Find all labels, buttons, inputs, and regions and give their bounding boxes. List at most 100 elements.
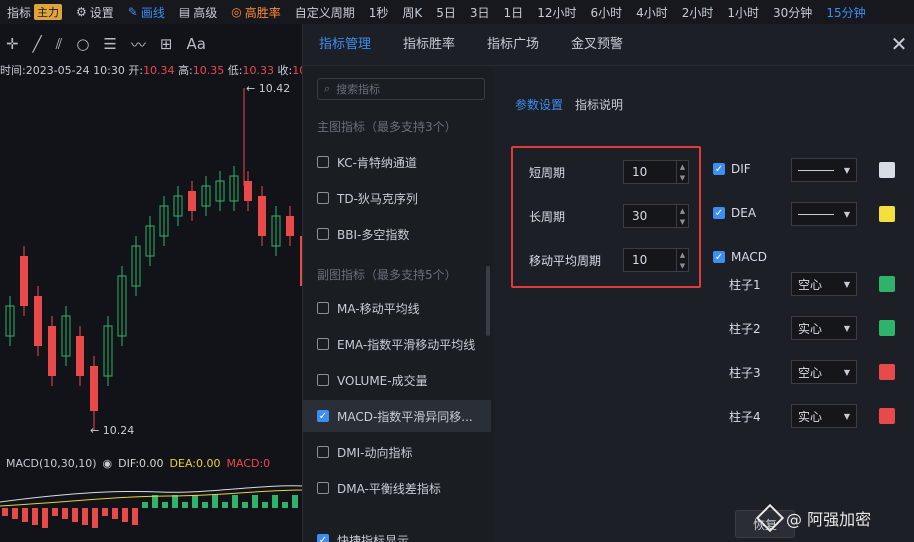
checkbox[interactable] [317, 374, 329, 386]
candlestick-chart[interactable]: ← 10.42 ← 10.24 [0, 76, 305, 456]
bar1-style-select[interactable]: 空心 ▼ [791, 272, 857, 296]
macd-value: MACD:0 [226, 456, 271, 470]
checkbox-checked[interactable]: ✓ [713, 163, 725, 175]
checkbox[interactable] [317, 446, 329, 458]
period-12h[interactable]: 12小时 [530, 4, 583, 21]
text-tool-icon[interactable]: Aa [186, 35, 205, 53]
bar1-style: 空心 [798, 277, 823, 292]
period-6h[interactable]: 6小时 [583, 4, 629, 21]
period-1h[interactable]: 1小时 [720, 4, 766, 21]
checkbox[interactable] [317, 338, 329, 350]
candle-body [76, 336, 84, 376]
period-1s[interactable]: 1秒 [362, 4, 396, 21]
period-4h[interactable]: 4小时 [629, 4, 675, 21]
crosshair-icon[interactable]: ✛ [6, 35, 19, 53]
bar4-color-swatch[interactable] [879, 408, 895, 424]
bar2-style-select[interactable]: 实心 ▼ [791, 316, 857, 340]
period-week[interactable]: 周K [395, 4, 429, 21]
list-item-kc[interactable]: KC-肯特纳通道 [303, 146, 491, 178]
period-2h[interactable]: 2小时 [675, 4, 721, 21]
checkbox[interactable] [317, 228, 329, 240]
macd-chart[interactable] [0, 472, 305, 542]
list-item-bbi[interactable]: BBI-多空指数 [303, 218, 491, 250]
list-item-label: EMA-指数平滑移动平均线 [337, 337, 476, 352]
checkbox-checked[interactable]: ✓ [317, 534, 329, 542]
up-arrow-icon[interactable]: ▲ [680, 207, 685, 215]
period-30m[interactable]: 30分钟 [766, 4, 819, 21]
list-item-ema[interactable]: EMA-指数平滑移动平均线 [303, 328, 491, 360]
quick-indicator-toggle[interactable]: ✓ 快捷指标显示 [303, 528, 493, 542]
period-5d[interactable]: 5日 [429, 4, 463, 21]
stepper-arrows[interactable]: ▲ ▼ [676, 205, 688, 227]
search-box[interactable]: ⌕ [317, 78, 485, 100]
indicator-menu[interactable]: 指标 主力 [0, 4, 69, 21]
dea-row[interactable]: ✓ DEA [713, 206, 756, 220]
down-arrow-icon[interactable]: ▼ [680, 218, 685, 226]
circle-icon[interactable]: ○ [76, 35, 89, 53]
period-1d[interactable]: 1日 [497, 4, 531, 21]
dea-line-style-select[interactable]: ▼ [791, 202, 857, 226]
line-tool-icon[interactable]: ╱ [33, 35, 42, 53]
custom-period-button[interactable]: 自定义周期 [288, 4, 362, 21]
checkbox[interactable] [317, 156, 329, 168]
list-item-ma[interactable]: MA-移动平均线 [303, 292, 491, 324]
tab-golden-cross-alert[interactable]: 金叉预警 [555, 24, 639, 66]
short-period-stepper[interactable]: 10 ▲ ▼ [623, 160, 689, 184]
advanced-button[interactable]: ▤ 高级 [172, 4, 224, 21]
measure-icon[interactable]: ⊞ [160, 35, 173, 53]
long-period-stepper[interactable]: 30 ▲ ▼ [623, 204, 689, 228]
tab-indicator-square[interactable]: 指标广场 [471, 24, 555, 66]
tab-indicator-manage[interactable]: 指标管理 [303, 24, 387, 68]
list-scrollbar[interactable] [486, 266, 490, 336]
search-input[interactable] [336, 82, 477, 96]
horizontal-lines-icon[interactable]: ☰ [103, 35, 116, 53]
bar3-style-select[interactable]: 空心 ▼ [791, 360, 857, 384]
settings-button[interactable]: ⚙ 设置 [69, 4, 121, 21]
checkbox-checked[interactable]: ✓ [317, 410, 329, 422]
parallel-line-icon[interactable]: ⫽ [56, 35, 63, 53]
macd-row[interactable]: ✓ MACD [713, 250, 767, 264]
bar3-color-swatch[interactable] [879, 364, 895, 380]
bar1-color-swatch[interactable] [879, 276, 895, 292]
stepper-value: 10 [632, 253, 648, 267]
ma-period-stepper[interactable]: 10 ▲ ▼ [623, 248, 689, 272]
dea-color-swatch[interactable] [879, 206, 895, 222]
checkbox-checked[interactable]: ✓ [713, 207, 725, 219]
checkbox[interactable] [317, 302, 329, 314]
checkbox[interactable] [317, 482, 329, 494]
list-item-macd[interactable]: ✓ MACD-指数平滑异同移... [303, 400, 491, 432]
stepper-arrows[interactable]: ▲ ▼ [676, 249, 688, 271]
tab-params[interactable]: 参数设置 [515, 96, 563, 113]
macd-bar [202, 502, 208, 508]
period-15m[interactable]: 15分钟 [819, 4, 872, 21]
list-item-td[interactable]: TD-狄马克序列 [303, 182, 491, 214]
draw-line-button[interactable]: ✎ 画线 [121, 4, 172, 21]
close-icon[interactable]: ✕ [887, 32, 911, 56]
macd-bar [52, 508, 58, 516]
up-arrow-icon[interactable]: ▲ [680, 163, 685, 171]
dif-color-swatch[interactable] [879, 162, 895, 178]
tab-description[interactable]: 指标说明 [575, 96, 623, 113]
period-label: 5日 [436, 5, 456, 20]
wave-icon[interactable]: 〰 [131, 34, 146, 55]
list-item-volume[interactable]: VOLUME-成交量 [303, 364, 491, 396]
eye-icon[interactable]: ◉ [103, 457, 113, 470]
down-arrow-icon[interactable]: ▼ [680, 262, 685, 270]
checkbox[interactable] [317, 192, 329, 204]
dif-line-style-select[interactable]: ▼ [791, 158, 857, 182]
bar1-label: 柱子1 [729, 278, 761, 292]
period-label: 1日 [503, 5, 524, 20]
up-arrow-icon[interactable]: ▲ [680, 251, 685, 259]
high-win-rate-button[interactable]: ◎ 高胜率 [224, 4, 288, 21]
stepper-arrows[interactable]: ▲ ▼ [676, 161, 688, 183]
checkbox-checked[interactable]: ✓ [713, 251, 725, 263]
bar4-style-select[interactable]: 实心 ▼ [791, 404, 857, 428]
dif-row[interactable]: ✓ DIF [713, 162, 751, 176]
list-item-dmi[interactable]: DMI-动向指标 [303, 436, 491, 468]
tab-indicator-win-rate[interactable]: 指标胜率 [387, 24, 471, 66]
param-label: 短周期 [529, 165, 566, 180]
list-item-dma[interactable]: DMA-平衡线差指标 [303, 472, 491, 504]
down-arrow-icon[interactable]: ▼ [680, 174, 685, 182]
period-3d[interactable]: 3日 [463, 4, 497, 21]
bar2-color-swatch[interactable] [879, 320, 895, 336]
